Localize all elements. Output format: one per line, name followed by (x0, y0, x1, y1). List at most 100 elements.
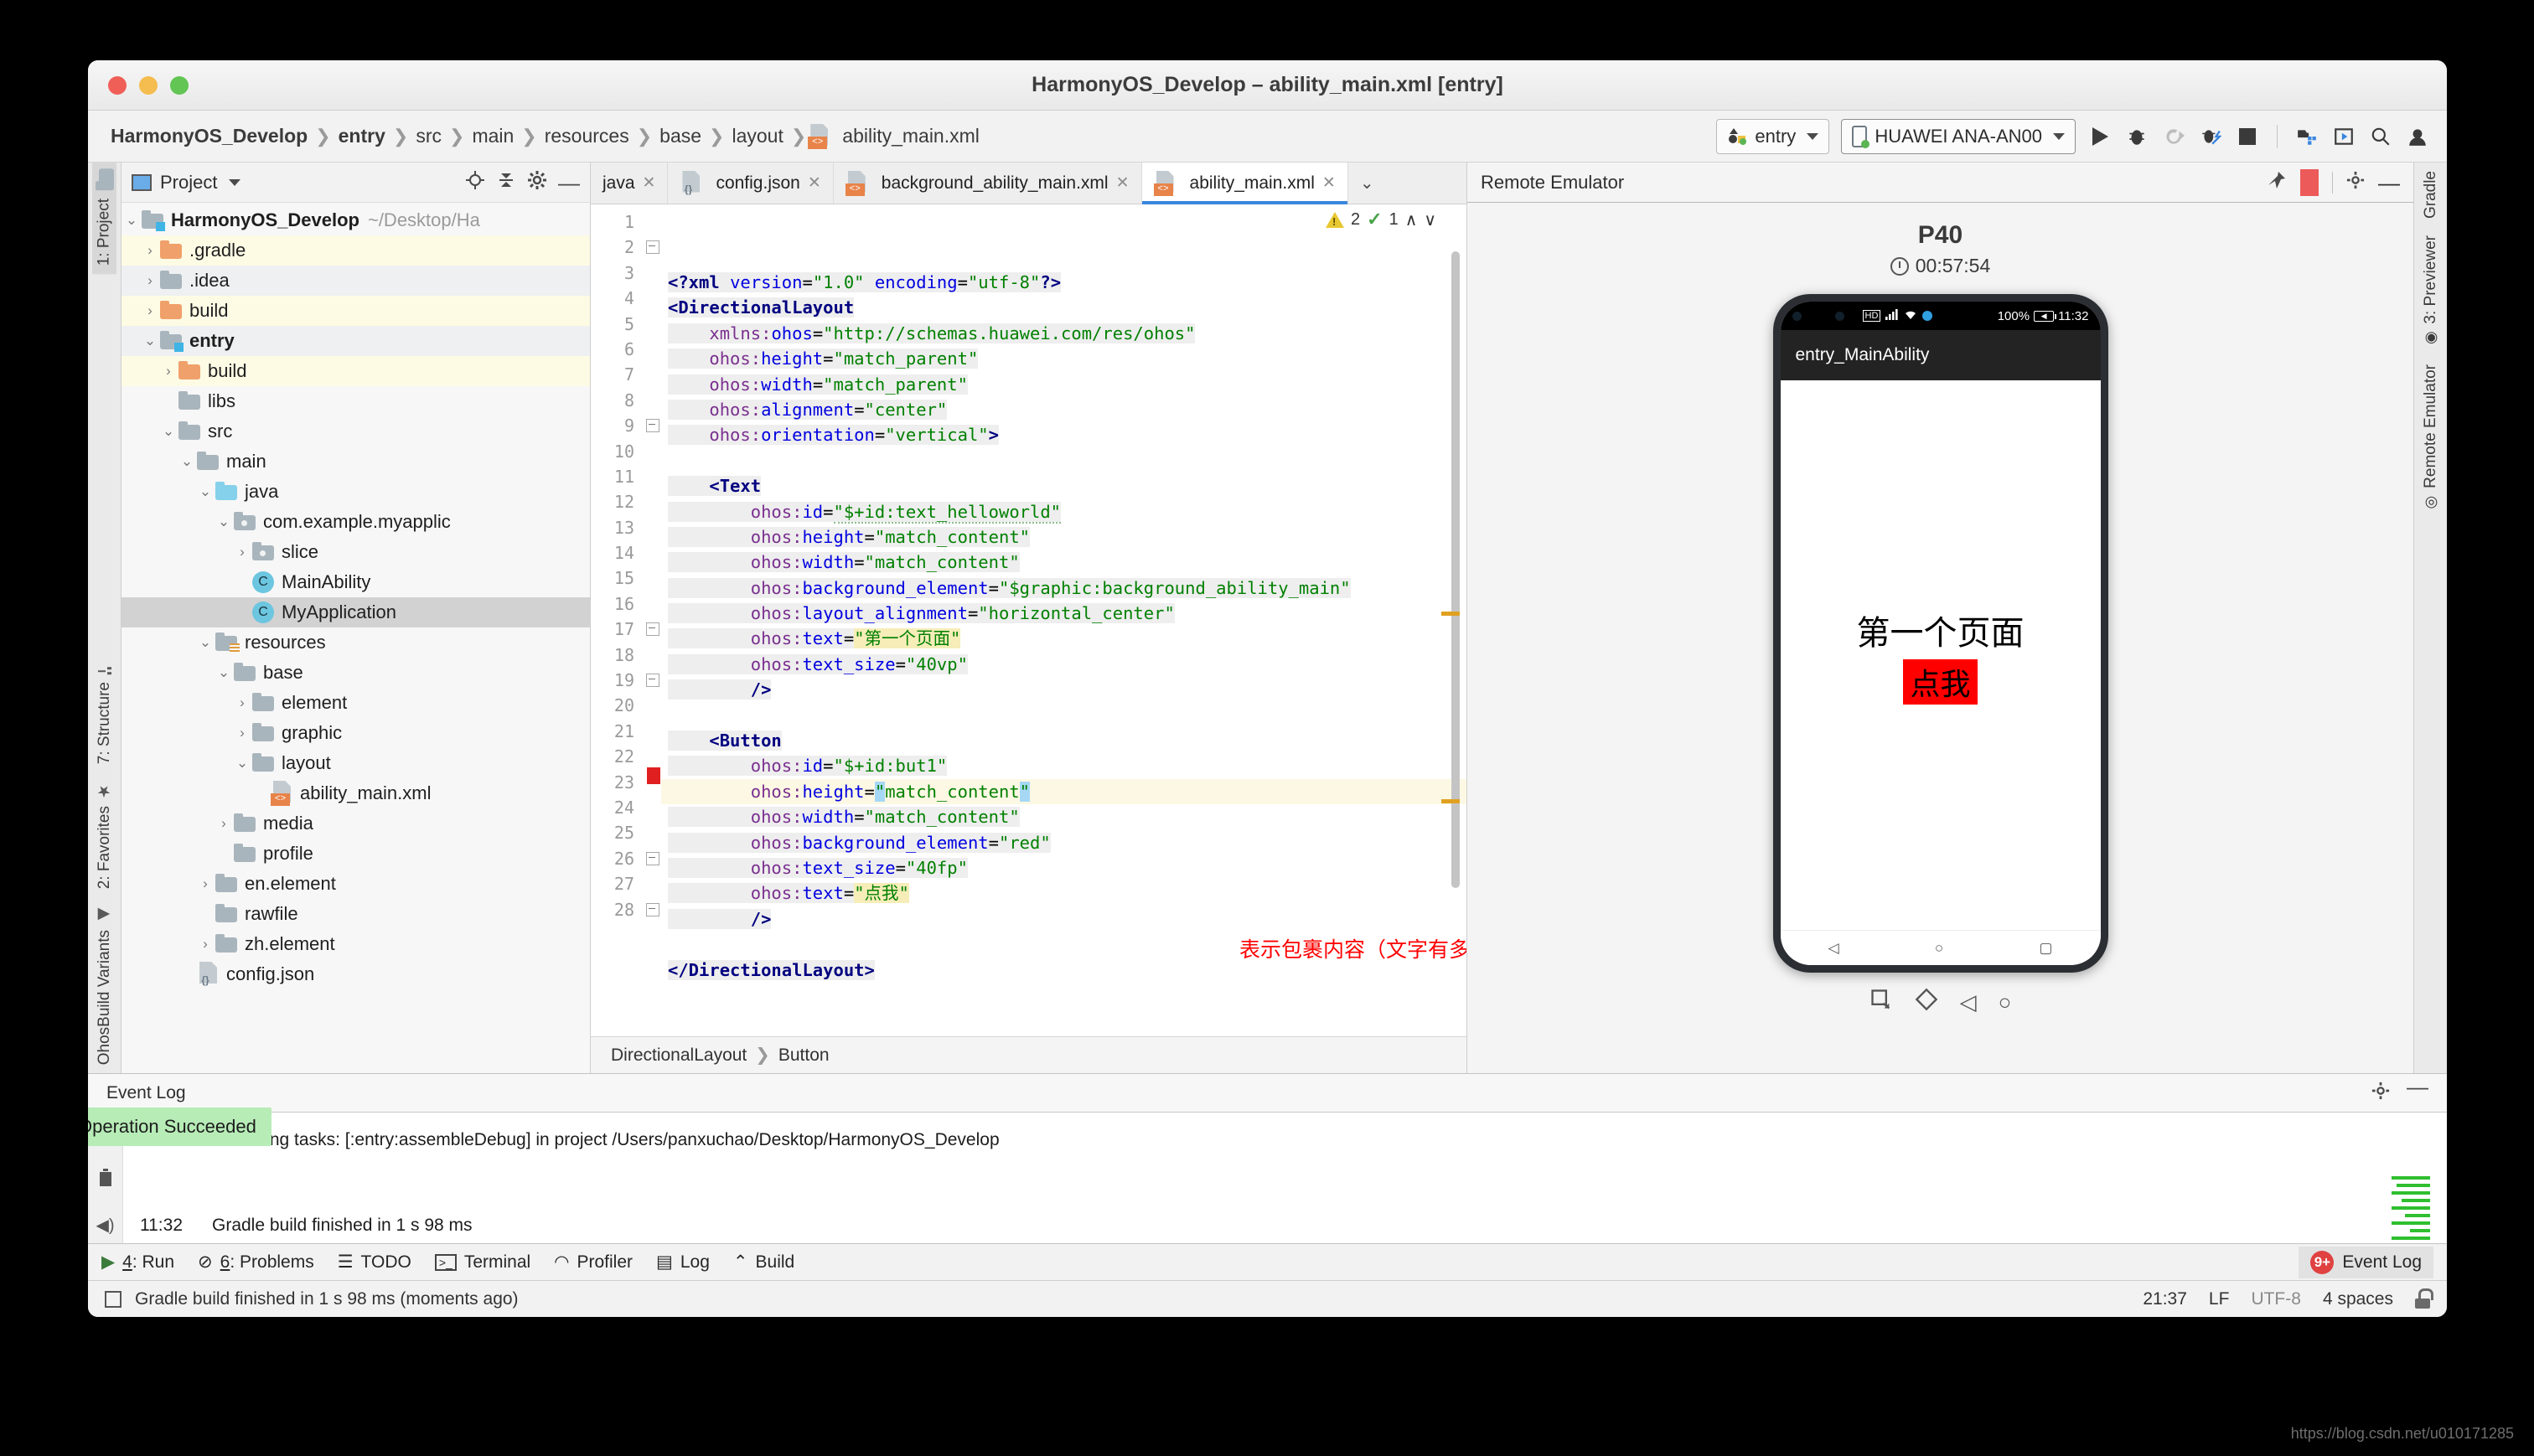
prev-problem-icon[interactable]: ∧ (1405, 209, 1418, 230)
profile-avatar-icon[interactable] (2405, 124, 2430, 149)
chevron-right-icon[interactable]: › (158, 363, 178, 379)
code-content[interactable]: <?xml version="1.0" encoding="utf-8"?> <D… (661, 204, 1466, 1036)
fold-marker[interactable] (643, 744, 661, 769)
tree-item[interactable]: › en.element (122, 869, 590, 899)
screenshot-icon[interactable] (1869, 988, 1893, 1017)
line-separator[interactable]: LF (2209, 1289, 2230, 1309)
code-line[interactable]: <Button (661, 728, 1466, 753)
clear-log-icon[interactable] (97, 1168, 114, 1193)
close-icon[interactable]: ✕ (1322, 173, 1336, 193)
sidebar-tab-project[interactable]: 1: Project (92, 163, 116, 275)
tree-item[interactable]: ⌄ HarmonyOS_Develop ~/Desktop/Ha (122, 205, 590, 235)
run-button[interactable] (2087, 124, 2113, 149)
code-line[interactable]: ohos:height="match_content" (661, 778, 1466, 805)
tree-item[interactable]: › zh.element (122, 929, 590, 959)
breadcrumb-item-entry[interactable]: entry (333, 125, 391, 147)
minimize-icon[interactable]: — (2407, 1076, 2428, 1105)
editor-tab[interactable]: background_ability_main.xml ✕ (834, 163, 1142, 204)
fold-marker[interactable] (643, 388, 661, 413)
breadcrumb-item-file[interactable]: ability_main.xml (836, 125, 985, 147)
fold-marker[interactable] (643, 871, 661, 896)
tab-list-chevron-icon[interactable]: ⌄ (1348, 163, 1386, 204)
tree-item[interactable]: libs (122, 386, 590, 416)
code-line[interactable]: <DirectionalLayout (661, 295, 1466, 320)
tool-window-event-log[interactable]: 9+ Event Log (2299, 1246, 2433, 1278)
code-line[interactable]: ohos:alignment="center" (661, 397, 1466, 422)
editor-breadcrumb-item-button[interactable]: Button (778, 1046, 830, 1066)
sidebar-tab-favorites[interactable]: 2: Favorites ★ (96, 773, 114, 897)
code-line[interactable]: ohos:width="match_content" (661, 804, 1466, 829)
file-encoding[interactable]: UTF-8 (2251, 1289, 2301, 1309)
chevron-down-icon[interactable]: ⌄ (214, 514, 234, 530)
editor-tab[interactable]: java ✕ (591, 163, 669, 204)
code-line[interactable]: xmlns:ohos="http://schemas.huawei.com/re… (661, 321, 1466, 346)
fold-marker[interactable] (643, 795, 661, 820)
fold-marker[interactable] (643, 515, 661, 540)
chevron-down-icon[interactable]: ⌄ (195, 483, 215, 500)
code-line[interactable]: ohos:layout_alignment="horizontal_center… (661, 601, 1466, 626)
code-line[interactable] (661, 703, 1466, 728)
fold-marker[interactable] (643, 261, 661, 286)
editor-scrollbar[interactable] (1441, 213, 1460, 1028)
home-icon[interactable]: ○ (1999, 989, 2012, 1015)
pin-icon[interactable] (2267, 170, 2287, 195)
sidebar-tab-structure[interactable]: 7: Structure (96, 653, 114, 772)
fold-marker[interactable] (643, 693, 661, 718)
breadcrumb-item-layout[interactable]: layout (726, 125, 789, 147)
code-line[interactable]: ohos:text="点我" (661, 880, 1466, 906)
chevron-right-icon[interactable]: › (232, 544, 252, 560)
device-screen[interactable]: HD 100% ◀ 11:32 entry_MainAbility 第一个页面 … (1780, 302, 2101, 965)
close-icon[interactable]: ✕ (808, 173, 821, 193)
device-nav-bar[interactable]: ◁ ○ ▢ (1780, 930, 2101, 965)
tool-window-problems[interactable]: ⊘ 6: Problems (198, 1252, 314, 1273)
fold-marker[interactable] (643, 820, 661, 845)
fold-marker[interactable] (643, 235, 661, 260)
code-line[interactable]: <?xml version="1.0" encoding="utf-8"?> (661, 270, 1466, 295)
fold-marker[interactable] (643, 617, 661, 642)
fold-marker[interactable] (643, 770, 661, 795)
breadcrumb-item-main[interactable]: main (466, 125, 520, 147)
breadcrumb-item-project[interactable]: HarmonyOS_Develop (105, 125, 313, 147)
code-line[interactable]: ohos:id="$+id:but1" (661, 753, 1466, 778)
tree-item[interactable]: › .gradle (122, 235, 590, 266)
tree-item[interactable]: rawfile (122, 899, 590, 929)
fold-marker[interactable] (643, 337, 661, 362)
tree-item[interactable]: ability_main.xml (122, 778, 590, 808)
lock-icon[interactable] (2415, 1288, 2433, 1309)
tree-item[interactable]: › graphic (122, 718, 590, 748)
tree-item[interactable]: › build (122, 356, 590, 386)
fold-marker[interactable] (643, 540, 661, 565)
fold-marker[interactable] (643, 413, 661, 438)
rerun-button[interactable] (2161, 124, 2186, 149)
tree-item[interactable]: profile (122, 839, 590, 869)
tree-item[interactable]: config.json (122, 959, 590, 989)
code-line[interactable]: ohos:id="$+id:text_helloworld" (661, 499, 1466, 524)
indent-setting[interactable]: 4 spaces (2323, 1289, 2393, 1309)
chevron-right-icon[interactable]: › (140, 302, 160, 319)
sidebar-tab-previewer[interactable]: ◉ 3: Previewer (2422, 227, 2440, 356)
tree-item[interactable]: ⌄ resources (122, 627, 590, 658)
code-line[interactable]: /> (661, 677, 1466, 702)
fold-marker[interactable] (643, 489, 661, 514)
code-editor[interactable]: 1 2 3 4 5 6 7 8 9 10 11 12 13 14 15 16 17 18 19 20 21 22 23 24 2… (591, 204, 1466, 1036)
previewer-button[interactable] (2331, 124, 2356, 149)
chevron-down-icon[interactable]: ⌄ (122, 212, 142, 229)
code-line[interactable]: ohos:orientation="vertical"> (661, 422, 1466, 447)
home-circle-icon[interactable]: ○ (1935, 940, 1943, 957)
editor-breadcrumb-item-layout[interactable]: DirectionalLayout (611, 1046, 747, 1066)
fold-marker[interactable] (643, 464, 661, 489)
code-line[interactable]: ohos:text_size="40vp" (661, 652, 1466, 677)
close-icon[interactable]: ✕ (643, 173, 656, 193)
back-icon[interactable]: ◁ (1960, 989, 1977, 1015)
editor-tab[interactable]: ability_main.xml ✕ (1141, 163, 1348, 204)
recents-square-icon[interactable]: ▢ (2039, 940, 2052, 957)
fold-marker[interactable] (643, 565, 661, 591)
editor-tab[interactable]: config.json ✕ (668, 163, 834, 204)
chevron-down-icon[interactable]: ⌄ (232, 755, 252, 772)
tree-item[interactable]: ⌄ entry (122, 326, 590, 356)
code-line[interactable] (661, 448, 1466, 473)
locate-icon[interactable] (465, 170, 485, 195)
gear-icon[interactable] (527, 170, 547, 195)
device-selector[interactable]: HUAWEI ANA-AN00 (1841, 118, 2076, 154)
code-line[interactable]: ohos:height="match_content" (661, 524, 1466, 550)
